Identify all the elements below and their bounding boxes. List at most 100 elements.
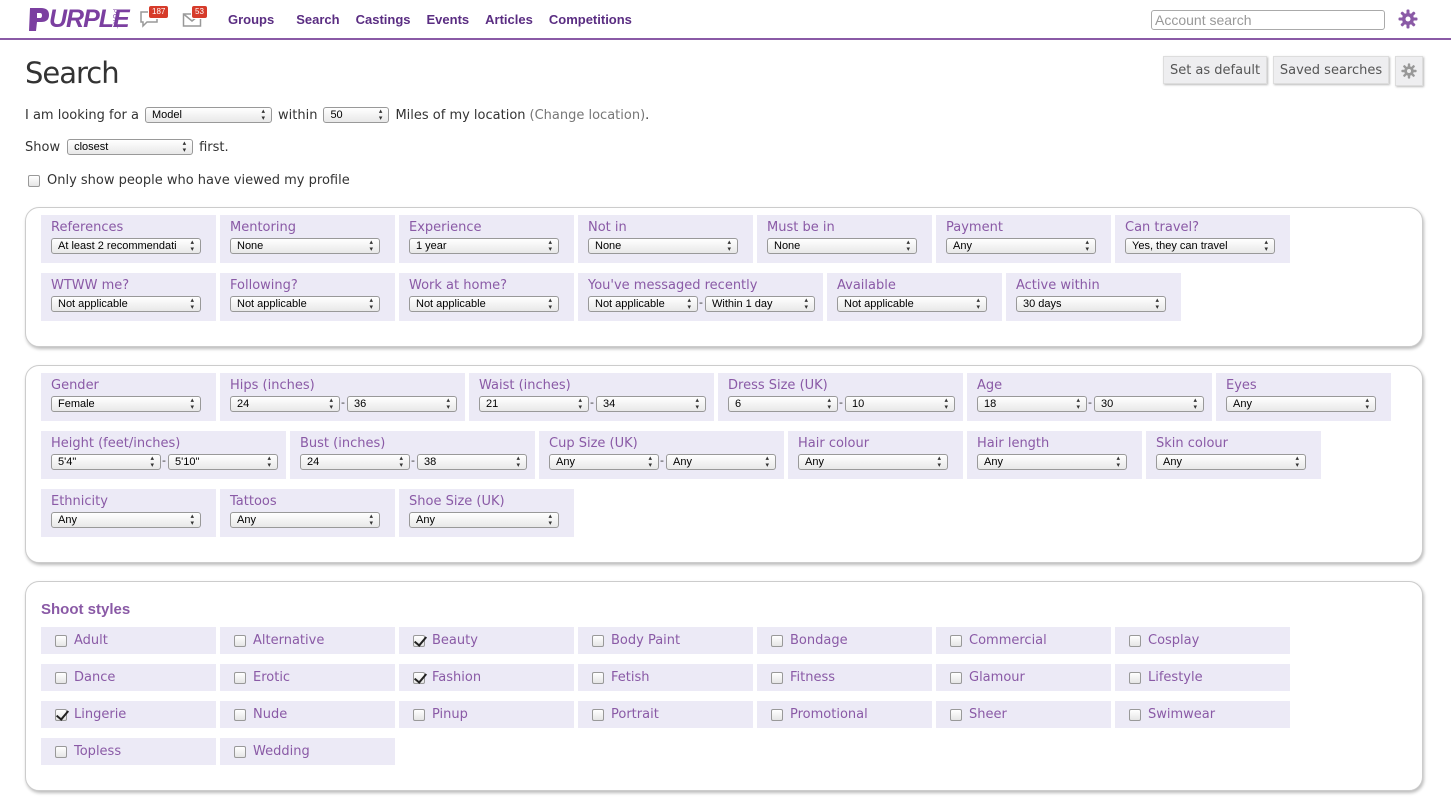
following-select[interactable]: Not applicable ▴ ▾ [230,296,380,312]
shoot-style-body-paint[interactable]: Body Paint [578,627,753,654]
shoot-style-checkbox[interactable] [592,634,604,647]
ethnicity-select[interactable]: Any ▴ ▾ [51,512,201,528]
hips-max-select[interactable]: 36 ▴ ▾ [347,396,457,412]
shoot-style-checkbox[interactable] [1129,671,1141,684]
shoot-style-checkbox[interactable] [950,671,962,684]
nav-events[interactable]: Events [427,12,470,27]
shoot-style-glamour[interactable]: Glamour [936,664,1111,691]
mentoring-select[interactable]: None ▴ ▾ [230,238,380,254]
nav-articles[interactable]: Articles [485,12,533,27]
shoot-style-dance[interactable]: Dance [41,664,216,691]
viewed-profile-checkbox[interactable] [28,174,40,187]
messaged-within-select[interactable]: Within 1 day ▴ ▾ [705,296,815,312]
nav-search[interactable]: Search [296,12,339,27]
age-max-select[interactable]: 30 ▴ ▾ [1094,396,1204,412]
distance-select[interactable]: 50 ▴ ▾ [323,107,390,123]
not-in-select[interactable]: None ▴ ▾ [588,238,738,254]
height-max-select[interactable]: 5'10" ▴ ▾ [168,454,278,470]
shoot-style-checkbox[interactable] [592,708,604,721]
messages-notification[interactable]: 187 [139,5,170,28]
purpleport-logo[interactable]: URPLE PORT [27,5,130,33]
dress-max-select[interactable]: 10 ▴ ▾ [845,396,955,412]
skin-colour-select[interactable]: Any ▴ ▾ [1156,454,1306,470]
shoot-style-checkbox[interactable] [234,708,246,721]
shoot-style-checkbox[interactable] [55,634,67,647]
age-min-select[interactable]: 18 ▴ ▾ [977,396,1087,412]
shoot-style-fashion[interactable]: Fashion [399,664,574,691]
change-location-link[interactable]: (Change location) [530,108,646,123]
shoot-style-checkbox[interactable] [55,671,67,684]
bust-min-select[interactable]: 24 ▴ ▾ [300,454,410,470]
shoot-style-nude[interactable]: Nude [220,701,395,728]
bust-max-select[interactable]: 38 ▴ ▾ [417,454,527,470]
dress-min-select[interactable]: 6 ▴ ▾ [728,396,838,412]
experience-select[interactable]: 1 year ▴ ▾ [409,238,559,254]
looking-for-select[interactable]: Model ▴ ▾ [145,107,272,123]
nav-groups[interactable]: Groups [228,12,274,27]
shoot-style-topless[interactable]: Topless [41,738,216,765]
shoot-style-sheer[interactable]: Sheer [936,701,1111,728]
shoot-style-swimwear[interactable]: Swimwear [1115,701,1290,728]
shoot-style-lifestyle[interactable]: Lifestyle [1115,664,1290,691]
shoot-style-checkbox[interactable] [234,745,246,758]
shoot-style-adult[interactable]: Adult [41,627,216,654]
cup-min-select[interactable]: Any ▴ ▾ [549,454,659,470]
shoot-style-checkbox[interactable] [413,671,425,684]
shoot-style-checkbox[interactable] [950,634,962,647]
shoot-style-checkbox[interactable] [1129,634,1141,647]
shoot-style-checkbox[interactable] [55,708,67,721]
saved-searches-button[interactable]: Saved searches [1273,56,1389,84]
shoot-style-fetish[interactable]: Fetish [578,664,753,691]
shoot-style-promotional[interactable]: Promotional [757,701,932,728]
waist-max-select[interactable]: 34 ▴ ▾ [596,396,706,412]
cup-max-select[interactable]: Any ▴ ▾ [666,454,776,470]
shoot-style-lingerie[interactable]: Lingerie [41,701,216,728]
references-select[interactable]: At least 2 recommendati ▴ ▾ [51,238,201,254]
shoot-style-checkbox[interactable] [413,634,425,647]
search-settings-button[interactable] [1395,56,1423,86]
shoot-style-alternative[interactable]: Alternative [220,627,395,654]
active-within-select[interactable]: 30 days ▴ ▾ [1016,296,1166,312]
tattoos-select[interactable]: Any ▴ ▾ [230,512,380,528]
order-select[interactable]: closest ▴ ▾ [67,139,194,155]
waist-min-select[interactable]: 21 ▴ ▾ [479,396,589,412]
shoot-style-beauty[interactable]: Beauty [399,627,574,654]
shoot-style-checkbox[interactable] [234,671,246,684]
hair-length-select[interactable]: Any ▴ ▾ [977,454,1127,470]
shoot-style-fitness[interactable]: Fitness [757,664,932,691]
nav-competitions[interactable]: Competitions [549,12,632,27]
shoot-style-bondage[interactable]: Bondage [757,627,932,654]
eyes-select[interactable]: Any ▴ ▾ [1226,396,1376,412]
shoot-style-checkbox[interactable] [771,708,783,721]
settings-gear-icon[interactable] [1398,9,1418,29]
shoot-style-cosplay[interactable]: Cosplay [1115,627,1290,654]
work-at-home-select[interactable]: Not applicable ▴ ▾ [409,296,559,312]
shoot-style-checkbox[interactable] [950,708,962,721]
must-be-in-select[interactable]: None ▴ ▾ [767,238,917,254]
shoot-style-erotic[interactable]: Erotic [220,664,395,691]
shoot-style-checkbox[interactable] [1129,708,1141,721]
shoot-style-pinup[interactable]: Pinup [399,701,574,728]
wtww-select[interactable]: Not applicable ▴ ▾ [51,296,201,312]
shoot-style-checkbox[interactable] [55,745,67,758]
account-search-input[interactable] [1151,10,1385,30]
shoe-size-select[interactable]: Any ▴ ▾ [409,512,559,528]
gender-select[interactable]: Female ▴ ▾ [51,396,201,412]
available-select[interactable]: Not applicable ▴ ▾ [837,296,987,312]
shoot-style-checkbox[interactable] [771,671,783,684]
set-as-default-button[interactable]: Set as default [1163,56,1267,84]
hips-min-select[interactable]: 24 ▴ ▾ [230,396,340,412]
payment-select[interactable]: Any ▴ ▾ [946,238,1096,254]
messaged-recently-select[interactable]: Not applicable ▴ ▾ [588,296,698,312]
nav-castings[interactable]: Castings [356,12,411,27]
shoot-style-checkbox[interactable] [234,634,246,647]
shoot-style-wedding[interactable]: Wedding [220,738,395,765]
hair-colour-select[interactable]: Any ▴ ▾ [798,454,948,470]
can-travel-select[interactable]: Yes, they can travel ▴ ▾ [1125,238,1275,254]
shoot-style-commercial[interactable]: Commercial [936,627,1111,654]
shoot-style-portrait[interactable]: Portrait [578,701,753,728]
mail-notification[interactable]: 53 [182,5,208,28]
shoot-style-checkbox[interactable] [592,671,604,684]
shoot-style-checkbox[interactable] [413,708,425,721]
shoot-style-checkbox[interactable] [771,634,783,647]
